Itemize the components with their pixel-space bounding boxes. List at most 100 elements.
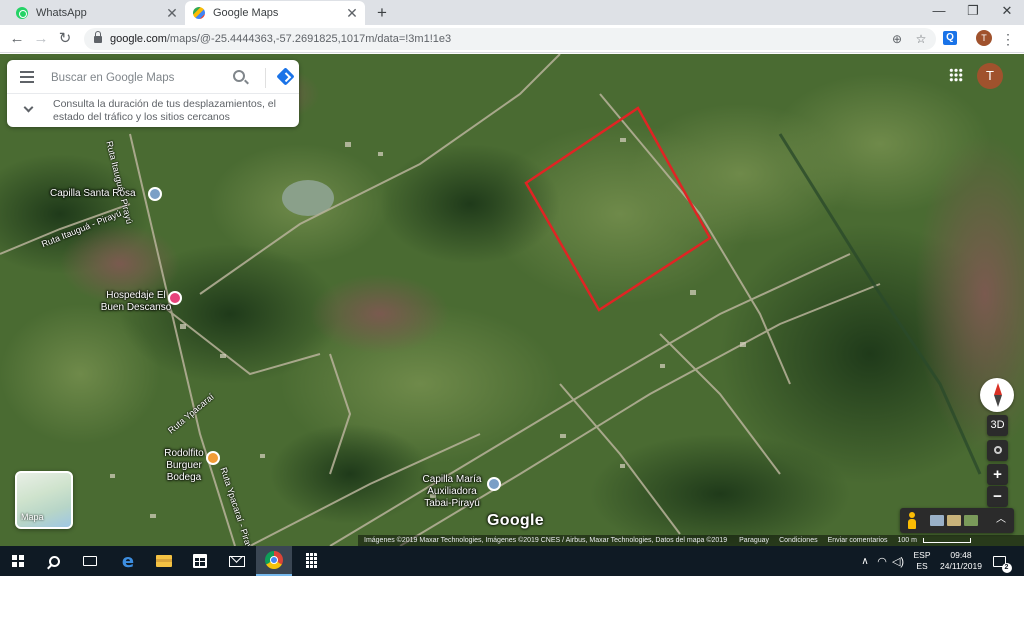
clock[interactable]: 09:48 24/11/2019 <box>936 546 986 576</box>
send-feedback-link[interactable]: Enviar comentarios <box>828 537 888 544</box>
compass-north <box>994 383 1002 395</box>
task-view-button[interactable] <box>72 546 108 576</box>
satellite-map[interactable]: Capilla Santa Rosa Hospedaje El Buen Des… <box>0 54 1024 546</box>
zoom-out-button[interactable]: − <box>987 486 1008 507</box>
new-tab-button[interactable]: + <box>372 3 392 23</box>
bookmark-star-icon[interactable]: ☆ <box>912 30 930 48</box>
tab-title: WhatsApp <box>36 7 87 19</box>
store-button[interactable] <box>182 546 218 576</box>
attribution-bar: Imágenes ©2019 Maxar Technologies, Imáge… <box>358 535 1024 546</box>
zoom-in-button[interactable]: + <box>987 464 1008 485</box>
task-view-icon <box>83 556 97 566</box>
browser-toolbar: ← → ↻ google.com/maps/@-25.4444363,-57.2… <box>0 25 1024 53</box>
mail-button[interactable] <box>219 546 255 576</box>
explore-hint[interactable]: Consulta la duración de tus desplazamien… <box>53 98 293 124</box>
taskbar-search-button[interactable] <box>36 546 72 576</box>
volume-icon[interactable]: ◁) <box>891 546 905 576</box>
back-button[interactable]: ← <box>6 28 28 50</box>
apps-grid-icon[interactable] <box>949 68 963 82</box>
imagery-credits: Imágenes ©2019 Maxar Technologies, Imáge… <box>364 537 728 544</box>
country-label[interactable]: Paraguay <box>739 537 769 544</box>
scale-bar[interactable] <box>922 538 971 543</box>
tab-whatsapp[interactable]: WhatsApp ✕ <box>8 1 185 25</box>
close-tab-icon[interactable]: ✕ <box>163 4 181 22</box>
pegman-icon[interactable] <box>908 512 916 529</box>
wifi-icon[interactable]: ◠ <box>875 546 889 576</box>
store-icon <box>193 554 207 568</box>
extension-icon[interactable]: Q <box>943 31 957 45</box>
church-icon[interactable] <box>148 187 162 201</box>
show-hidden-icons-button[interactable]: ∧ <box>857 546 873 576</box>
folder-icon <box>156 555 172 567</box>
close-tab-icon[interactable]: ✕ <box>343 4 361 22</box>
file-explorer-button[interactable] <box>146 546 182 576</box>
clock-time: 09:48 <box>950 550 972 560</box>
profile-avatar[interactable]: T <box>976 30 992 46</box>
calculator-button[interactable] <box>293 546 329 576</box>
browser-menu-icon[interactable]: ⋮ <box>1000 29 1016 49</box>
place-label-capilla-maria[interactable]: Capilla María Auxiliadora Tabai-Pirayú <box>414 474 490 510</box>
tab-google-maps[interactable]: Google Maps ✕ <box>185 1 365 25</box>
compass-icon[interactable] <box>980 378 1014 412</box>
url-path: /maps/@-25.4444363,-57.2691825,1017m/dat… <box>166 33 452 45</box>
url-host: google.com <box>110 33 167 45</box>
windows-icon <box>12 555 24 567</box>
notification-count: 2 <box>1001 562 1012 573</box>
edge-icon: e <box>121 550 135 572</box>
windows-taskbar: e ∧ ◠ ◁) ESP ES 09:48 24/11/2019 2 <box>0 546 1024 576</box>
location-icon[interactable]: ⊕ <box>888 30 906 48</box>
scale-label[interactable]: 100 m <box>898 537 917 544</box>
tab-title: Google Maps <box>213 7 279 19</box>
tilt-3d-button[interactable]: 3D <box>987 415 1008 436</box>
divider <box>7 93 299 94</box>
edge-button[interactable]: e <box>110 546 146 576</box>
close-window-button[interactable]: ✕ <box>990 0 1024 22</box>
url-text[interactable]: google.com/maps/@-25.4444363,-57.2691825… <box>110 33 888 45</box>
search-icon <box>48 555 60 567</box>
restaurant-icon[interactable] <box>206 451 220 465</box>
google-logo: Google <box>487 512 544 529</box>
language-code: ESP <box>913 550 931 560</box>
terms-link[interactable]: Condiciones <box>779 537 818 544</box>
account-avatar[interactable]: T <box>977 63 1003 89</box>
church-icon[interactable] <box>487 477 501 491</box>
notification-icon: 2 <box>992 555 1012 573</box>
search-icon[interactable] <box>233 70 245 82</box>
tab-strip: WhatsApp ✕ Google Maps ✕ + — ❐ ✕ <box>0 0 1024 25</box>
street-view-bar[interactable]: ︿ <box>900 508 1014 533</box>
language-indicator[interactable]: ESP ES <box>910 546 934 576</box>
layer-switcher[interactable]: Mapa <box>15 471 73 529</box>
expand-up-icon[interactable]: ︿ <box>994 513 1008 527</box>
keyboard-code: ES <box>916 561 928 571</box>
hotel-icon[interactable] <box>168 291 182 305</box>
mail-icon <box>229 555 245 567</box>
whatsapp-icon <box>16 7 28 19</box>
imagery-thumbnail[interactable] <box>930 515 944 526</box>
forward-button[interactable]: → <box>30 28 52 50</box>
clock-date: 24/11/2019 <box>940 561 982 571</box>
menu-icon[interactable] <box>20 71 34 83</box>
place-label-hospedaje[interactable]: Hospedaje El Buen Descanso <box>96 290 176 314</box>
search-input[interactable] <box>51 68 231 88</box>
directions-icon[interactable] <box>276 67 295 86</box>
google-maps-icon <box>193 7 205 19</box>
compass-south <box>994 395 1002 407</box>
action-center-button[interactable]: 2 <box>988 546 1012 576</box>
screen: WhatsApp ✕ Google Maps ✕ + — ❐ ✕ ← → ↻ g… <box>0 0 1024 576</box>
restore-button[interactable]: ❐ <box>956 0 990 22</box>
lock-icon[interactable] <box>94 30 102 43</box>
start-button[interactable] <box>0 546 36 576</box>
imagery-thumbnail[interactable] <box>947 515 961 526</box>
my-location-button[interactable] <box>987 440 1008 461</box>
address-bar[interactable]: google.com/maps/@-25.4444363,-57.2691825… <box>84 28 936 50</box>
imagery-thumbnail[interactable] <box>964 515 978 526</box>
calculator-icon <box>305 553 317 569</box>
reload-button[interactable]: ↻ <box>54 28 76 50</box>
divider <box>265 68 266 88</box>
chevron-down-icon[interactable] <box>23 102 34 113</box>
my-location-icon <box>993 446 1002 454</box>
minimize-button[interactable]: — <box>922 0 956 22</box>
search-panel: Consulta la duración de tus desplazamien… <box>7 60 299 127</box>
chrome-button[interactable] <box>256 546 292 576</box>
chrome-icon <box>265 551 283 569</box>
